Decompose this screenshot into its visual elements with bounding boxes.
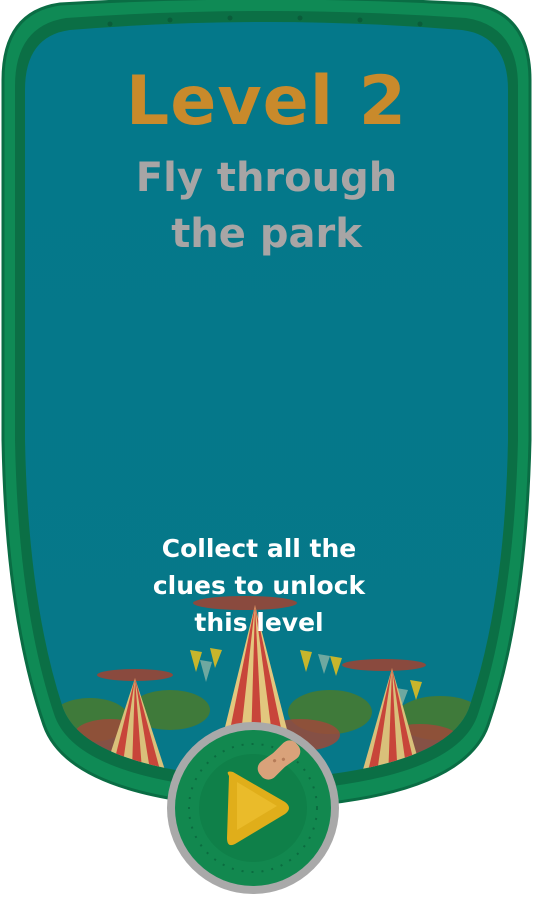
level-title: Level 2 xyxy=(125,62,408,141)
play-button-graphic xyxy=(167,722,339,894)
level-card-screen: Level 2 Fly through the park Collect all… xyxy=(0,0,533,897)
level-subtitle-line-1: Fly through xyxy=(135,155,398,201)
play-button[interactable] xyxy=(163,720,343,895)
lock-message: Collect all the clues to unlock this lev… xyxy=(0,530,518,641)
lock-message-line-1: Collect all the xyxy=(161,534,357,563)
lock-message-line-2: clues to unlock xyxy=(152,571,366,600)
lock-message-line-3: this level xyxy=(194,608,324,637)
level-subtitle-line-2: the park xyxy=(171,211,362,257)
level-subtitle: Fly through the park xyxy=(0,150,533,262)
